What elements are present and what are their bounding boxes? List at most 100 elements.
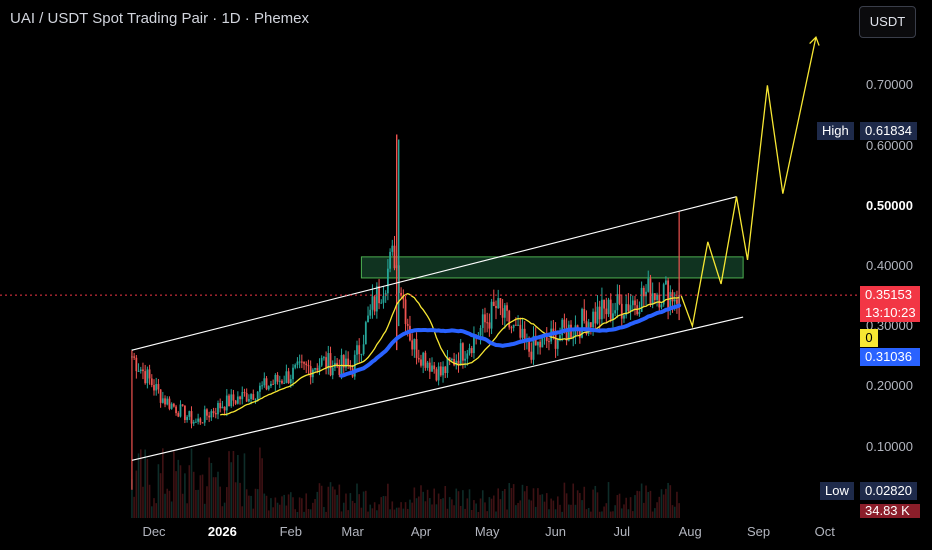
candle-body — [459, 343, 462, 366]
candle-body — [556, 339, 559, 349]
volume-bar — [629, 497, 632, 518]
volume-value: 34.83 K — [860, 504, 920, 518]
volume-bar — [316, 491, 319, 518]
candle-body — [371, 296, 374, 310]
candle-body — [620, 303, 623, 319]
candle-body — [148, 369, 151, 379]
candle-body — [254, 399, 257, 401]
candle-body — [356, 345, 358, 355]
volume-bar — [382, 496, 385, 518]
volume-bar — [329, 482, 332, 518]
volume-bar — [572, 483, 575, 518]
volume-bar — [548, 509, 550, 518]
candle-body — [296, 361, 299, 365]
candle-body — [210, 411, 213, 418]
volume-bar — [409, 499, 411, 518]
currency-button[interactable]: USDT — [859, 6, 916, 38]
volume-bar — [203, 503, 206, 518]
volume-bar — [305, 493, 308, 518]
volume-bar — [360, 507, 363, 518]
candle-body — [190, 411, 193, 424]
volume-bar — [281, 496, 283, 518]
volume-bar — [665, 488, 667, 518]
candle-body — [144, 371, 147, 384]
candle-body — [283, 382, 286, 384]
candle-body — [287, 371, 290, 384]
volume-bar — [415, 498, 418, 518]
volume-bar — [221, 506, 224, 518]
volume-bar — [254, 488, 257, 518]
candle-body — [607, 299, 610, 315]
volume-bar — [135, 470, 138, 518]
candle-body — [331, 367, 334, 376]
candle-body — [309, 366, 312, 378]
candle-body — [442, 366, 444, 376]
volume-bar — [327, 486, 330, 518]
volume-bar — [206, 486, 208, 518]
volume-bar — [526, 485, 528, 518]
candle-body — [492, 301, 495, 306]
volume-bar — [590, 511, 592, 518]
volume-bar — [197, 489, 199, 518]
volume-bar — [228, 451, 230, 518]
price-tick-label: 0.50000 — [866, 197, 913, 213]
candle-body — [647, 278, 650, 292]
volume-bar — [243, 453, 246, 518]
candle-body — [426, 362, 429, 368]
volume-bar — [541, 494, 544, 518]
candle-body — [263, 378, 266, 386]
volume-bar — [239, 482, 241, 518]
volume-bar — [510, 488, 513, 518]
volume-bar — [411, 502, 413, 518]
volume-bar — [148, 484, 151, 518]
candle-body — [389, 251, 391, 269]
volume-bar — [248, 495, 250, 518]
volume-bar — [201, 474, 204, 518]
volume-bar — [638, 491, 641, 518]
candle-body — [596, 306, 599, 324]
candle-body — [159, 389, 162, 403]
candle-body — [431, 365, 433, 372]
volume-bar — [331, 486, 334, 518]
candle-body — [501, 308, 504, 318]
candle-body — [479, 327, 482, 336]
candle-body — [512, 324, 515, 328]
volume-bar — [307, 509, 310, 518]
price-tick-label: 0.70000 — [866, 77, 913, 93]
candle-body — [497, 298, 500, 309]
volume-bar — [276, 502, 279, 518]
candle-body — [664, 280, 667, 285]
candle-body — [221, 406, 224, 409]
volume-bar — [620, 508, 623, 518]
volume-bar — [184, 473, 186, 518]
volume-bar — [446, 508, 449, 518]
candle-body — [428, 362, 431, 372]
volume-bar — [199, 475, 202, 518]
candle-body — [219, 403, 222, 409]
candle-body — [360, 354, 363, 356]
volume-bar — [336, 494, 338, 518]
volume-bar — [314, 499, 316, 518]
candle-body — [386, 268, 389, 294]
volume-bar — [179, 465, 182, 518]
volume-bar — [457, 491, 460, 518]
price-tick-label: 0.40000 — [866, 257, 913, 273]
candle-body — [393, 245, 396, 269]
volume-bar — [177, 459, 180, 518]
volume-bar — [574, 504, 577, 518]
volume-bar — [391, 501, 394, 518]
volume-bar — [550, 498, 552, 518]
volume-bar — [389, 509, 391, 518]
candle-body — [415, 339, 418, 358]
candle-body — [247, 399, 250, 402]
volume-bar — [345, 493, 347, 518]
volume-bar — [188, 465, 191, 518]
candle-body — [188, 411, 191, 417]
volume-bar — [217, 471, 219, 518]
volume-bar — [137, 453, 140, 518]
volume-bar — [320, 485, 323, 518]
volume-bar — [466, 498, 469, 518]
price-chart[interactable] — [0, 0, 932, 550]
candle-body — [358, 345, 361, 355]
time-tick-label: Feb — [279, 524, 302, 539]
